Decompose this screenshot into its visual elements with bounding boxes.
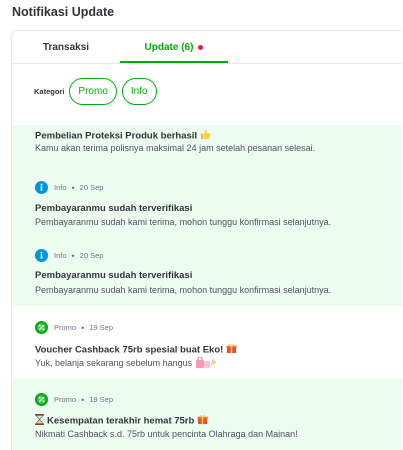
notification-item[interactable]: Info • 20 Sep Pembayaranmu sudah terveri… <box>12 232 402 306</box>
page-title: Notifikasi Update <box>12 5 115 19</box>
notification-title: Pembelian Proteksi Produk berhasil <box>35 129 211 143</box>
notification-meta: Promo • 19 Sep <box>35 321 113 334</box>
meta-separator: • <box>71 250 75 261</box>
notification-body: Yuk, belanja sekarang sebelum hangus <box>35 356 217 370</box>
notification-category: Info <box>54 183 67 192</box>
notification-title: Kesempatan terakhir hemat 75rb <box>35 414 208 428</box>
meta-separator: • <box>81 322 85 333</box>
notification-category: Promo <box>54 323 77 332</box>
notification-item[interactable]: Info • 20 Sep Pembayaranmu sudah terveri… <box>12 165 402 232</box>
notification-body: Nikmati Cashback s.d. 75rb untuk pencint… <box>35 429 298 439</box>
notification-category: Promo <box>54 395 77 404</box>
promo-icon <box>35 321 48 334</box>
meta-separator: • <box>81 394 85 405</box>
notification-title: Voucher Cashback 75rb spesial buat Eko! <box>35 343 237 357</box>
meta-separator: • <box>71 182 75 193</box>
thumbs-up-icon <box>200 129 211 143</box>
notification-date: 20 Sep <box>79 251 104 260</box>
tab-update[interactable]: Update (6) <box>120 31 228 63</box>
tab-transaksi[interactable]: Transaksi <box>12 31 120 63</box>
notification-meta: Info • 20 Sep <box>35 249 103 262</box>
notification-body: Kamu akan terima polisnya maksimal 24 ja… <box>35 143 316 153</box>
notification-body: Pembayaranmu sudah kami terima, mohon tu… <box>35 285 332 295</box>
hourglass-icon <box>35 414 44 428</box>
active-tab-indicator <box>120 61 228 63</box>
chip-info[interactable]: Info <box>121 77 157 105</box>
chip-promo[interactable]: Promo <box>69 77 117 105</box>
notification-date: 19 Sep <box>89 395 114 404</box>
notification-date: 19 Sep <box>89 323 114 332</box>
notification-item[interactable]: Promo • 19 Sep Voucher Cashback 75rb spe… <box>12 306 402 378</box>
tab-update-label: Update (6) <box>144 41 194 53</box>
notification-card: Transaksi Update (6) Kategori Promo Info… <box>11 30 402 450</box>
notification-body: Pembayaranmu sudah kami terima, mohon tu… <box>35 217 332 227</box>
info-icon <box>35 181 48 194</box>
gift-icon <box>197 414 208 428</box>
gift-icon <box>226 343 237 357</box>
category-filter: Kategori Promo Info <box>12 76 162 106</box>
notification-meta: Info • 20 Sep <box>35 181 103 194</box>
filter-label: Kategori <box>34 86 65 96</box>
notification-title: Pembayaranmu sudah terverifikasi <box>35 270 193 281</box>
tab-transaksi-label: Transaksi <box>42 41 90 53</box>
notification-item[interactable]: Promo • 19 Sep Kesempatan terakhir hemat… <box>12 378 402 450</box>
info-icon <box>35 249 48 262</box>
shopping-bags-icon <box>195 356 217 370</box>
tab-bar: Transaksi Update (6) <box>12 31 402 64</box>
promo-icon <box>35 393 48 406</box>
notification-date: 20 Sep <box>79 183 104 192</box>
notification-meta: Promo • 19 Sep <box>35 393 113 406</box>
unread-dot <box>198 44 204 50</box>
notification-category: Info <box>54 251 67 260</box>
notification-title: Pembayaranmu sudah terverifikasi <box>35 203 193 214</box>
notification-item[interactable]: Pembelian Proteksi Produk berhasil Kamu … <box>12 125 402 165</box>
